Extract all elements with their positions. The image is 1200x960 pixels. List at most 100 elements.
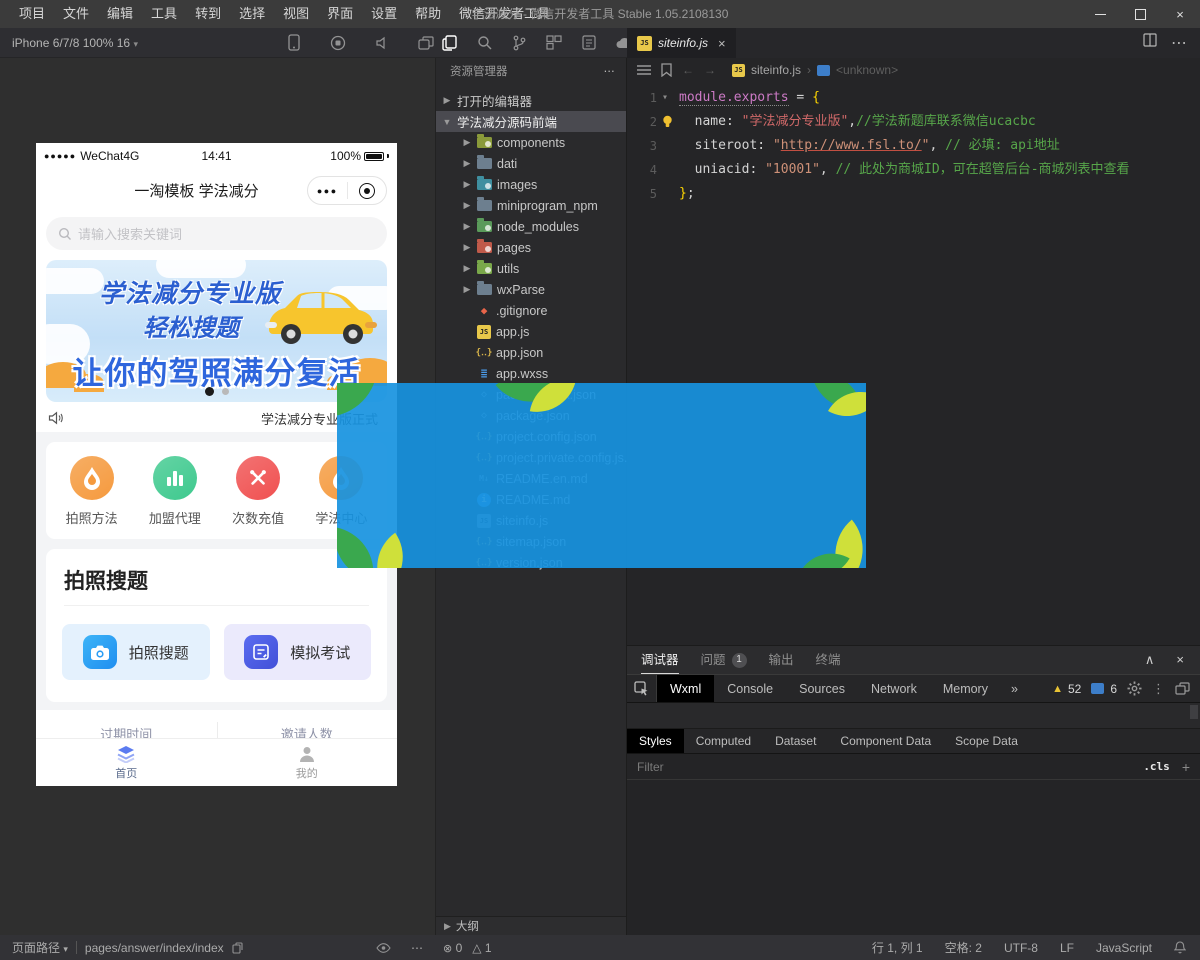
device-selector[interactable]: iPhone 6/7/8 100% 16 ▾ <box>0 36 138 50</box>
layout-panel-icon[interactable] <box>545 34 563 52</box>
exit-miniapp-button[interactable] <box>348 183 387 199</box>
cls-toggle[interactable]: .cls <box>1143 760 1170 773</box>
styles-tab-dataset[interactable]: Dataset <box>763 729 828 753</box>
grid-item-2[interactable]: 次数充值 <box>217 456 300 527</box>
git-panel-icon[interactable] <box>510 34 528 52</box>
menu-item-2[interactable]: 编辑 <box>98 0 142 28</box>
lightbulb-icon[interactable] <box>661 115 674 128</box>
status-item-3[interactable]: LF <box>1060 941 1074 955</box>
devtools-more-tabs-icon[interactable]: » <box>1001 682 1028 696</box>
menu-item-4[interactable]: 转到 <box>186 0 230 28</box>
multi-window-icon[interactable] <box>417 34 435 52</box>
grid-item-1[interactable]: 加盟代理 <box>133 456 216 527</box>
minimize-button[interactable] <box>1080 0 1120 28</box>
search-panel-icon[interactable] <box>475 34 493 52</box>
menu-item-7[interactable]: 界面 <box>318 0 362 28</box>
menu-item-5[interactable]: 选择 <box>230 0 274 28</box>
bookmark-icon[interactable] <box>661 63 672 77</box>
add-style-icon[interactable]: + <box>1182 759 1190 775</box>
phone-mode-icon[interactable] <box>285 34 303 52</box>
devtools-settings-icon[interactable] <box>1127 681 1142 696</box>
styles-tab-computed[interactable]: Computed <box>684 729 763 753</box>
scrollbar-thumb[interactable] <box>1190 705 1198 719</box>
file-row-app.js[interactable]: JSapp.js <box>436 321 626 342</box>
tab-mine[interactable]: 我的 <box>217 739 398 786</box>
nav-forward-icon[interactable]: → <box>704 63 716 77</box>
project-root-folder[interactable]: ▼学法减分源码前端 <box>436 111 626 132</box>
more-menu-button[interactable]: ●●● <box>308 186 347 196</box>
file-row-components[interactable]: ▶components <box>436 132 626 153</box>
devtools-tab-network[interactable]: Network <box>858 675 930 702</box>
filter-input[interactable]: Filter <box>637 760 1143 774</box>
devtools-tab-memory[interactable]: Memory <box>930 675 1001 702</box>
status-item-0[interactable]: 行 1, 列 1 <box>872 939 923 956</box>
inspect-element-icon[interactable] <box>627 675 657 702</box>
warning-count[interactable]: 52 <box>1068 682 1081 696</box>
debugger-tab-0[interactable]: 调试器 <box>641 646 679 674</box>
split-editor-icon[interactable] <box>1143 33 1157 53</box>
collapse-panel-icon[interactable]: ∧ <box>1145 652 1155 668</box>
bell-icon[interactable] <box>1174 941 1186 954</box>
editor-more-icon[interactable]: ⋯ <box>1171 33 1188 53</box>
record-icon[interactable] <box>329 34 347 52</box>
file-panel-icon[interactable] <box>580 34 598 52</box>
file-row-wxParse[interactable]: ▶wxParse <box>436 279 626 300</box>
mute-icon[interactable] <box>373 34 391 52</box>
styles-tab-scope-data[interactable]: Scope Data <box>943 729 1030 753</box>
status-item-2[interactable]: UTF-8 <box>1004 941 1038 955</box>
styles-tab-component-data[interactable]: Component Data <box>828 729 943 753</box>
statusbar-more-icon[interactable]: ⋯ <box>411 941 423 955</box>
menu-item-6[interactable]: 视图 <box>274 0 318 28</box>
file-row-dati[interactable]: ▶dati <box>436 153 626 174</box>
tab-close-icon[interactable]: × <box>718 36 726 51</box>
nav-back-icon[interactable]: ← <box>682 63 694 77</box>
devtools-tab-console[interactable]: Console <box>714 675 786 702</box>
devtools-popout-icon[interactable] <box>1175 682 1190 695</box>
breadcrumb[interactable]: JS siteinfo.js › <unknown> <box>732 63 898 77</box>
mock-exam-button[interactable]: 模拟考试 <box>224 624 372 680</box>
page-path-selector[interactable]: 页面路径 ▾ <box>12 939 68 956</box>
info-count[interactable]: 6 <box>1110 682 1117 696</box>
close-button[interactable]: × <box>1160 0 1200 28</box>
warning-count-status[interactable]: △ 1 <box>472 941 491 955</box>
menu-item-0[interactable]: 项目 <box>10 0 54 28</box>
close-panel-icon[interactable]: × <box>1176 652 1184 668</box>
debugger-tab-3[interactable]: 终端 <box>816 646 841 674</box>
menu-item-8[interactable]: 设置 <box>362 0 406 28</box>
file-row-utils[interactable]: ▶utils <box>436 258 626 279</box>
photo-search-button[interactable]: 拍照搜题 <box>62 624 210 680</box>
banner-carousel[interactable]: 学法减分专业版 轻松搜题 让你的驾照满分复活 <box>46 260 387 402</box>
file-row-.gitignore[interactable]: ◆.gitignore <box>436 300 626 321</box>
open-editors-section[interactable]: ▶打开的编辑器 <box>436 90 626 111</box>
code-editor[interactable]: 1▾module.exports = {2 name: "学法减分专业版",//… <box>627 82 1200 206</box>
page-path-value[interactable]: pages/answer/index/index <box>85 941 224 955</box>
explorer-more-icon[interactable]: ⋯ <box>604 64 617 78</box>
fold-icon[interactable]: ▾ <box>657 86 673 110</box>
status-item-4[interactable]: JavaScript <box>1096 941 1152 955</box>
file-row-miniprogram_npm[interactable]: ▶miniprogram_npm <box>436 195 626 216</box>
outline-section[interactable]: ▶大纲 <box>436 916 626 935</box>
explorer-panel-icon[interactable] <box>440 34 458 52</box>
menu-icon[interactable] <box>637 65 651 75</box>
error-count[interactable]: ⊗ 0 <box>443 941 462 955</box>
file-row-node_modules[interactable]: ▶node_modules <box>436 216 626 237</box>
file-row-images[interactable]: ▶images <box>436 174 626 195</box>
status-item-1[interactable]: 空格: 2 <box>945 939 982 956</box>
styles-tab-styles[interactable]: Styles <box>627 729 684 753</box>
tab-siteinfo-js[interactable]: JS siteinfo.js × <box>627 28 736 58</box>
file-row-pages[interactable]: ▶pages <box>436 237 626 258</box>
copy-path-icon[interactable] <box>232 942 243 954</box>
debugger-tab-2[interactable]: 输出 <box>769 646 794 674</box>
debugger-tab-1[interactable]: 问题1 <box>701 646 747 674</box>
devtools-kebab-icon[interactable]: ⋮ <box>1152 681 1165 697</box>
devtools-tab-wxml[interactable]: Wxml <box>657 675 714 702</box>
menu-item-3[interactable]: 工具 <box>142 0 186 28</box>
search-input[interactable]: 请输入搜索关键词 <box>46 217 387 250</box>
eye-icon[interactable] <box>376 943 391 953</box>
menu-item-9[interactable]: 帮助 <box>406 0 450 28</box>
wxml-tree-area[interactable] <box>627 703 1200 729</box>
grid-item-0[interactable]: 拍照方法 <box>50 456 133 527</box>
menu-item-1[interactable]: 文件 <box>54 0 98 28</box>
tab-home[interactable]: 首页 <box>36 739 217 786</box>
devtools-tab-sources[interactable]: Sources <box>786 675 858 702</box>
